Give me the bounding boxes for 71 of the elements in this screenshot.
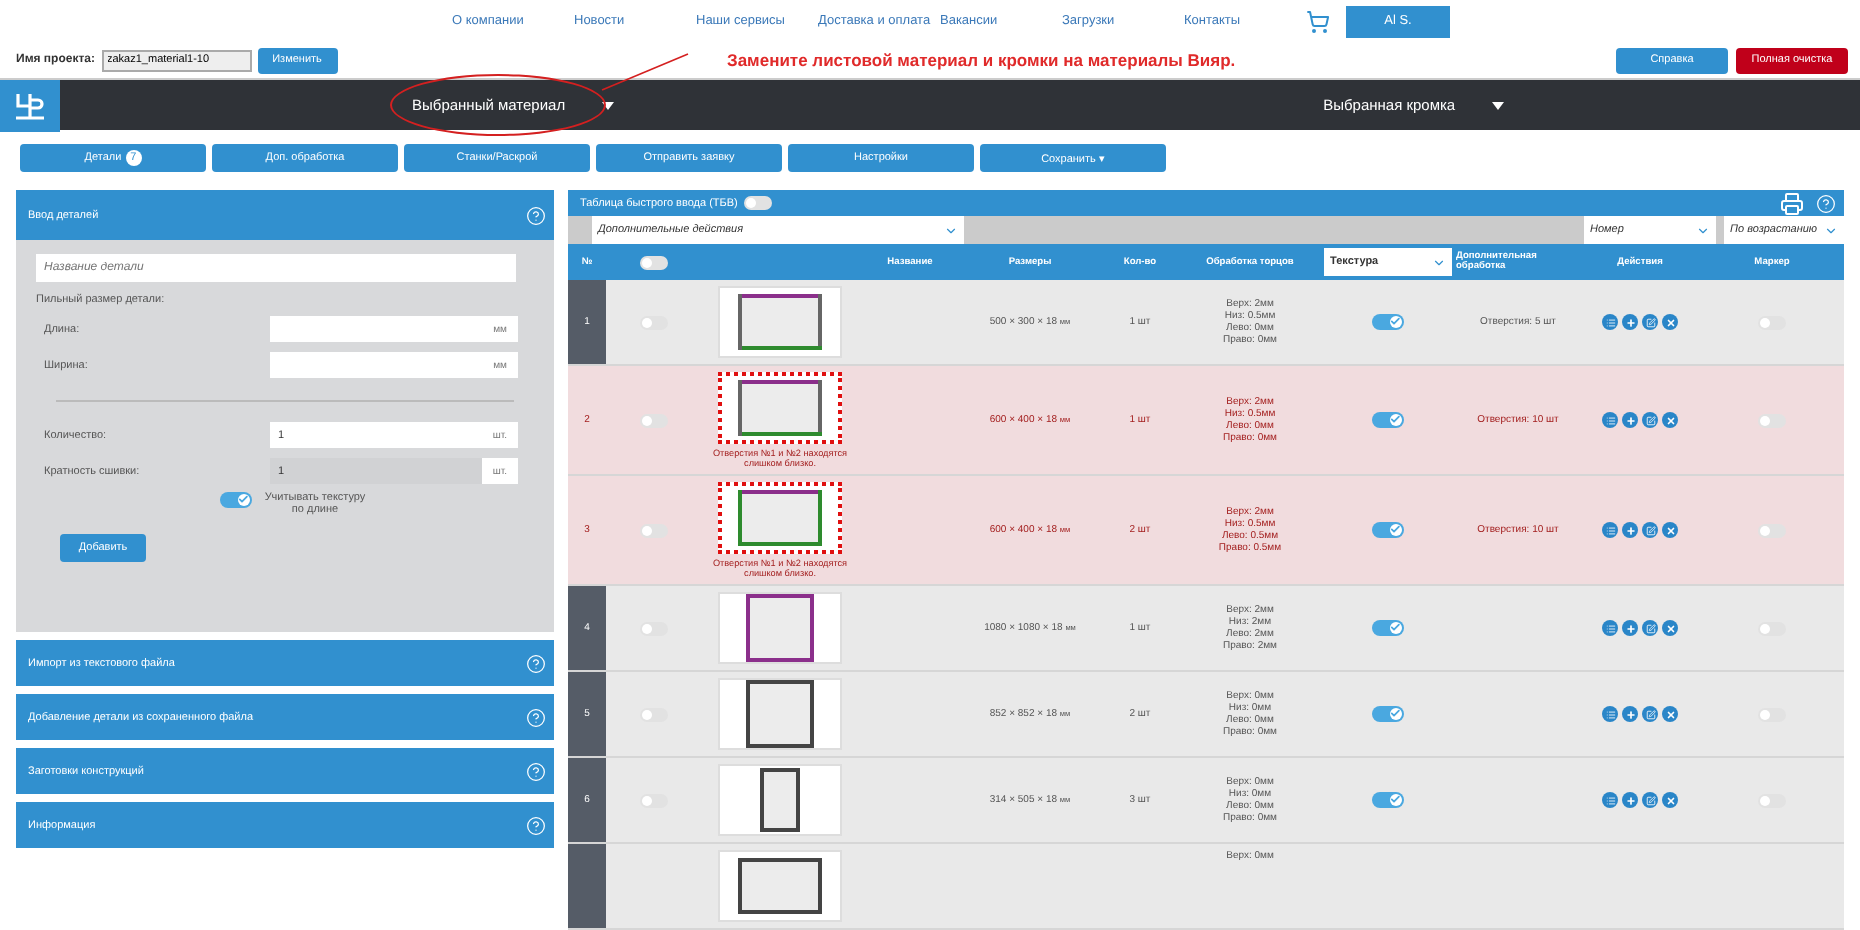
chevron-down-icon — [1696, 223, 1710, 237]
delete-button[interactable] — [1662, 412, 1678, 428]
texture-toggle[interactable] — [1372, 620, 1404, 636]
annotation-line — [600, 52, 690, 92]
add-button[interactable] — [1622, 412, 1638, 428]
texture-toggle[interactable] — [1372, 522, 1404, 538]
help-icon[interactable] — [526, 205, 546, 225]
row-select-toggle[interactable] — [639, 621, 667, 635]
row-select-toggle[interactable] — [639, 413, 667, 427]
edit-button[interactable] — [1642, 792, 1658, 808]
row-select-toggle[interactable] — [639, 523, 667, 537]
row-select-toggle[interactable] — [639, 707, 667, 721]
texture-toggle[interactable] — [1372, 314, 1404, 330]
marker-toggle[interactable] — [1758, 315, 1786, 329]
edit-button[interactable] — [1642, 412, 1658, 428]
logo-icon — [14, 91, 46, 119]
texture-toggle[interactable] — [1372, 706, 1404, 722]
texture-toggle[interactable] — [1372, 412, 1404, 428]
fast-input-toggle[interactable] — [743, 196, 772, 210]
help-icon[interactable] — [526, 815, 546, 835]
check-icon — [1390, 622, 1402, 634]
delete-button[interactable] — [1662, 706, 1678, 722]
delete-button[interactable] — [1662, 620, 1678, 636]
list-button[interactable] — [1602, 522, 1618, 538]
edit-button[interactable] — [1642, 706, 1658, 722]
select-all-toggle[interactable] — [639, 255, 667, 269]
check-icon — [1390, 414, 1402, 426]
check-icon — [1390, 316, 1402, 328]
edit-button[interactable] — [1642, 522, 1658, 538]
list-button[interactable] — [1602, 314, 1618, 330]
chevron-down-icon — [944, 223, 958, 237]
list-button[interactable] — [1602, 620, 1618, 636]
row-select-toggle[interactable] — [639, 793, 667, 807]
check-icon — [238, 494, 250, 506]
size-field[interactable] — [270, 316, 482, 342]
texture-toggle[interactable] — [1372, 792, 1404, 808]
marker-toggle[interactable] — [1758, 413, 1786, 427]
add-button[interactable] — [1622, 522, 1638, 538]
texture-toggle[interactable] — [220, 492, 252, 508]
delete-button[interactable] — [1662, 314, 1678, 330]
print-icon[interactable] — [1780, 191, 1804, 215]
check-icon — [1390, 708, 1402, 720]
caret-icon — [1491, 101, 1504, 109]
marker-toggle[interactable] — [1758, 621, 1786, 635]
add-button[interactable] — [1622, 706, 1638, 722]
list-button[interactable] — [1602, 792, 1618, 808]
add-button[interactable] — [1622, 314, 1638, 330]
check-icon — [1390, 794, 1402, 806]
marker-toggle[interactable] — [1758, 707, 1786, 721]
edit-button[interactable] — [1642, 620, 1658, 636]
chevron-down-icon — [1432, 255, 1446, 269]
delete-button[interactable] — [1662, 792, 1678, 808]
size-field[interactable] — [270, 352, 482, 378]
marker-toggle[interactable] — [1758, 793, 1786, 807]
notice-text: Замените листовой материал и кромки на материалы Вияр. — [727, 50, 1238, 70]
list-button[interactable] — [1602, 412, 1618, 428]
edit-button[interactable] — [1642, 314, 1658, 330]
cart-icon[interactable] — [1306, 9, 1330, 33]
help-icon[interactable] — [526, 707, 546, 727]
help-icon[interactable] — [1816, 193, 1836, 213]
list-button[interactable] — [1602, 706, 1618, 722]
help-icon[interactable] — [526, 653, 546, 673]
delete-button[interactable] — [1662, 522, 1678, 538]
add-button[interactable] — [1622, 792, 1638, 808]
row-select-toggle[interactable] — [639, 315, 667, 329]
check-icon — [1390, 524, 1402, 536]
marker-toggle[interactable] — [1758, 523, 1786, 537]
help-icon[interactable] — [526, 761, 546, 781]
chevron-down-icon — [1824, 223, 1838, 237]
caret-icon — [601, 101, 614, 109]
add-button[interactable] — [1622, 620, 1638, 636]
